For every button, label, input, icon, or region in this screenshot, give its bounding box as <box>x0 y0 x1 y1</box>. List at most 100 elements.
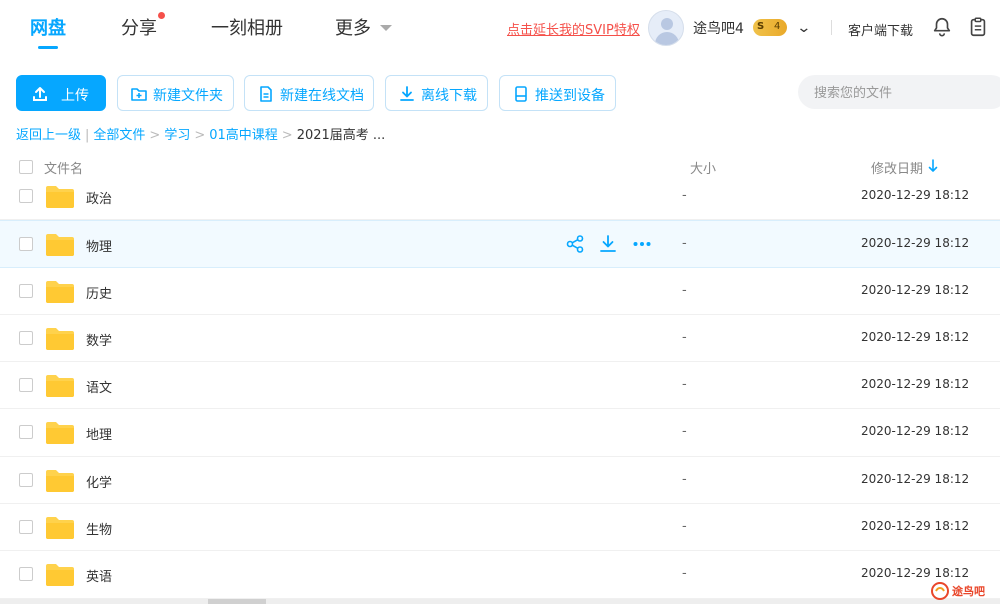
row-checkbox[interactable] <box>19 237 33 252</box>
table-row[interactable]: 英语 - 2020-12-29 18:12 <box>0 551 1000 599</box>
share-icon[interactable] <box>565 234 585 254</box>
breadcrumb-current: 2021届高考 ... <box>296 128 386 143</box>
breadcrumb-separator: > <box>281 128 293 143</box>
folder-icon <box>45 516 75 540</box>
caret-down-icon[interactable] <box>380 25 392 31</box>
push-to-device-button[interactable]: 推送到设备 <box>499 75 616 111</box>
file-name[interactable]: 地理 <box>86 424 112 443</box>
select-all-checkbox[interactable] <box>19 160 33 174</box>
bell-icon[interactable] <box>931 16 953 38</box>
folder-icon <box>45 233 75 257</box>
tab-netdisk[interactable]: 网盘 <box>30 14 66 40</box>
file-modified-date: 2020-12-29 18:12 <box>861 519 970 534</box>
file-modified-date: 2020-12-29 18:12 <box>861 329 970 344</box>
tab-share[interactable]: 分享 <box>121 14 157 40</box>
new-folder-label: 新建文件夹 <box>153 88 223 104</box>
breadcrumb-high-school[interactable]: 01高中课程 <box>209 128 278 143</box>
new-folder-icon <box>131 88 147 101</box>
table-row[interactable]: 生物 - 2020-12-29 18:12 <box>0 504 1000 552</box>
new-folder-button[interactable]: 新建文件夹 <box>117 75 234 111</box>
notification-dot <box>158 12 165 19</box>
svip-extend-link[interactable]: 点击延长我的SVIP特权 <box>507 19 640 38</box>
breadcrumb-all-files[interactable]: 全部文件 <box>93 128 145 143</box>
row-checkbox[interactable] <box>19 189 33 203</box>
row-checkbox[interactable] <box>19 283 33 298</box>
upload-label: 上传 <box>61 88 89 104</box>
download-icon <box>400 86 414 101</box>
file-modified-date: 2020-12-29 18:12 <box>861 471 970 486</box>
row-checkbox[interactable] <box>19 567 33 582</box>
device-icon <box>515 86 527 102</box>
row-checkbox[interactable] <box>19 378 33 393</box>
offline-download-button[interactable]: 离线下载 <box>385 75 488 111</box>
folder-icon <box>45 327 75 351</box>
table-row[interactable]: 地理 - 2020-12-29 18:12 <box>0 409 1000 457</box>
file-modified-date: 2020-12-29 18:12 <box>861 236 970 251</box>
file-size: - <box>682 377 687 393</box>
file-name[interactable]: 英语 <box>86 566 112 585</box>
tab-more[interactable]: 更多 <box>335 14 371 40</box>
breadcrumb-separator: > <box>194 128 206 143</box>
search-input[interactable] <box>798 75 1000 109</box>
file-modified-date: 2020-12-29 18:12 <box>861 188 970 202</box>
file-size: - <box>682 519 687 535</box>
table-row[interactable]: 物理 - 2020-12-29 18:12 <box>0 220 1000 268</box>
file-size: - <box>682 282 687 298</box>
svip-letter: S <box>757 21 765 32</box>
file-name[interactable]: 生物 <box>86 519 112 538</box>
breadcrumb-separator: > <box>149 128 161 143</box>
file-size: - <box>682 424 687 440</box>
file-modified-date: 2020-12-29 18:12 <box>861 282 970 297</box>
file-modified-date: 2020-12-29 18:12 <box>861 424 970 439</box>
folder-icon <box>45 469 75 493</box>
table-row[interactable]: 语文 - 2020-12-29 18:12 <box>0 362 1000 410</box>
folder-icon <box>45 185 75 209</box>
watermark-text: 途鸟吧 <box>952 585 985 598</box>
breadcrumb: 返回上一级 | 全部文件 > 学习 >01高中课程 >2021届高考 ... <box>16 124 385 143</box>
svip-level-badge: S 4 <box>753 19 787 36</box>
top-bar: 网盘 分享 一刻相册 更多 点击延长我的SVIP特权 途鸟吧4 S 4 ⌄ 客户… <box>0 0 1000 58</box>
file-name[interactable]: 化学 <box>86 472 112 491</box>
folder-icon <box>45 280 75 304</box>
file-name[interactable]: 政治 <box>86 188 112 207</box>
tab-moment-album[interactable]: 一刻相册 <box>211 14 283 40</box>
offline-download-label: 离线下载 <box>421 88 477 104</box>
table-row[interactable]: 政治 - 2020-12-29 18:12 <box>0 173 1000 221</box>
horizontal-scrollbar[interactable] <box>0 599 1000 604</box>
row-checkbox[interactable] <box>19 520 33 535</box>
breadcrumb-separator: | <box>85 128 90 143</box>
avatar[interactable] <box>648 10 684 46</box>
folder-icon <box>45 563 75 587</box>
table-row[interactable]: 数学 - 2020-12-29 18:12 <box>0 315 1000 363</box>
sort-desc-icon[interactable] <box>928 159 938 173</box>
file-name[interactable]: 历史 <box>86 283 112 302</box>
svip-level: 4 <box>774 21 781 32</box>
chevron-down-icon[interactable]: ⌄ <box>796 20 811 36</box>
row-checkbox[interactable] <box>19 472 33 487</box>
table-row[interactable]: 化学 - 2020-12-29 18:12 <box>0 457 1000 505</box>
back-link[interactable]: 返回上一级 <box>16 128 81 143</box>
file-size: - <box>682 471 687 487</box>
file-name[interactable]: 物理 <box>86 236 112 255</box>
file-modified-date: 2020-12-29 18:12 <box>861 377 970 392</box>
divider <box>831 20 832 35</box>
clipboard-icon[interactable] <box>967 16 989 38</box>
row-checkbox[interactable] <box>19 330 33 345</box>
file-modified-date: 2020-12-29 18:12 <box>861 566 970 581</box>
file-name[interactable]: 语文 <box>86 377 112 396</box>
download-icon[interactable] <box>598 234 618 254</box>
table-row[interactable]: 历史 - 2020-12-29 18:12 <box>0 268 1000 315</box>
new-online-doc-button[interactable]: 新建在线文档 <box>244 75 374 111</box>
client-download-link[interactable]: 客户端下载 <box>848 20 913 39</box>
file-name[interactable]: 数学 <box>86 330 112 349</box>
file-size: - <box>682 329 687 345</box>
file-list: 政治 -2020-12-29 18:12 物理 -2020-12-29 18:12 历史… <box>0 173 1000 599</box>
folder-icon <box>45 374 75 398</box>
upload-button[interactable]: 上传 <box>16 75 106 111</box>
file-size: - <box>682 188 687 203</box>
upload-icon <box>33 87 47 101</box>
username[interactable]: 途鸟吧4 <box>693 18 744 38</box>
more-options-icon[interactable] <box>632 234 652 254</box>
breadcrumb-study[interactable]: 学习 <box>164 128 190 143</box>
row-checkbox[interactable] <box>19 425 33 440</box>
